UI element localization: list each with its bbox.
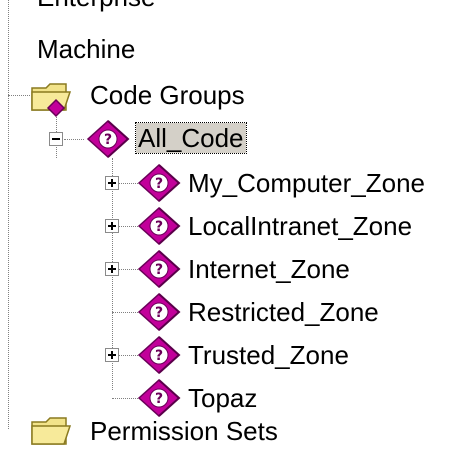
tree-node-label: Internet_Zone bbox=[188, 254, 350, 284]
svg-text:?: ? bbox=[155, 391, 163, 407]
tree-node-enterprise[interactable]: Enterprise bbox=[37, 0, 156, 12]
tree-node-label: All_Code bbox=[135, 122, 247, 154]
tree-node-topaz[interactable]: Topaz bbox=[188, 383, 257, 413]
tree-node-label: Code Groups bbox=[90, 80, 245, 110]
folder-icon bbox=[31, 417, 72, 445]
tree-node-all-code[interactable]: All_Code bbox=[135, 122, 247, 154]
code-group-icon: ? bbox=[137, 163, 181, 203]
tree-node-machine[interactable]: Machine bbox=[37, 34, 135, 64]
tree-node-restricted-zone[interactable]: Restricted_Zone bbox=[188, 297, 379, 327]
svg-text:?: ? bbox=[155, 219, 163, 235]
tree-node-label: My_Computer_Zone bbox=[188, 168, 425, 198]
tree-expand-button[interactable] bbox=[105, 262, 119, 276]
svg-text:?: ? bbox=[104, 132, 112, 148]
svg-text:?: ? bbox=[155, 176, 163, 192]
code-group-icon: ? bbox=[86, 119, 130, 159]
code-group-icon: ? bbox=[137, 206, 181, 246]
tree-node-label: Permission Sets bbox=[90, 416, 278, 446]
tree-node-label: LocalIntranet_Zone bbox=[188, 211, 413, 241]
tree-node-my-computer-zone[interactable]: My_Computer_Zone bbox=[188, 168, 425, 198]
security-policy-tree: Enterprise Machine Code Groups ? All_Cod… bbox=[0, 0, 450, 429]
tree-node-label: Machine bbox=[37, 34, 136, 64]
tree-node-label: Trusted_Zone bbox=[188, 340, 349, 370]
tree-expand-button[interactable] bbox=[105, 176, 119, 190]
code-group-icon: ? bbox=[137, 335, 181, 375]
svg-text:?: ? bbox=[155, 262, 163, 278]
tree-node-trusted-zone[interactable]: Trusted_Zone bbox=[188, 340, 349, 370]
tree-node-permission-sets[interactable]: Permission Sets bbox=[90, 416, 278, 446]
svg-text:?: ? bbox=[155, 348, 163, 364]
tree-collapse-button[interactable] bbox=[49, 132, 63, 146]
tree-node-label: Topaz bbox=[188, 383, 258, 413]
folder-icon bbox=[31, 83, 72, 118]
tree-node-label: Restricted_Zone bbox=[188, 297, 379, 327]
tree-node-code-groups[interactable]: Code Groups bbox=[90, 80, 245, 110]
tree-connector bbox=[64, 139, 84, 140]
tree-expand-button[interactable] bbox=[105, 348, 119, 362]
tree-node-label: Enterprise bbox=[37, 0, 156, 12]
code-group-icon: ? bbox=[137, 292, 181, 332]
tree-connector bbox=[8, 0, 9, 429]
code-group-icon: ? bbox=[137, 378, 181, 418]
svg-text:?: ? bbox=[155, 305, 163, 321]
tree-node-internet-zone[interactable]: Internet_Zone bbox=[188, 254, 350, 284]
tree-connector bbox=[8, 95, 30, 96]
tree-expand-button[interactable] bbox=[105, 219, 119, 233]
tree-node-localintranet-zone[interactable]: LocalIntranet_Zone bbox=[188, 211, 412, 241]
code-group-icon: ? bbox=[137, 249, 181, 289]
